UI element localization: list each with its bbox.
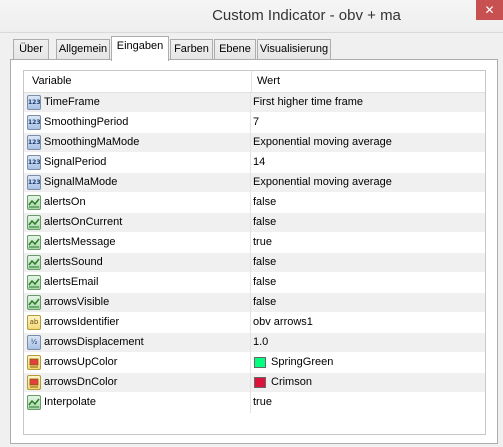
- variable-name: arrowsVisible: [44, 296, 110, 308]
- grid-row[interactable]: arrowsVisible false: [24, 293, 485, 313]
- tab-eingaben[interactable]: Eingaben: [111, 36, 169, 61]
- variable-name: SmoothingPeriod: [44, 116, 129, 128]
- variable-name: alertsEmail: [44, 276, 99, 288]
- column-header-variable[interactable]: Variable: [32, 75, 72, 87]
- bool-icon: [27, 275, 41, 290]
- variable-value[interactable]: SpringGreen: [271, 356, 333, 368]
- grid-row[interactable]: 123 TimeFrame First higher time frame: [24, 93, 485, 113]
- variable-value[interactable]: Exponential moving average: [253, 176, 392, 188]
- bool-icon: [27, 195, 41, 210]
- cell-divider: [250, 293, 251, 313]
- cell-divider: [250, 393, 251, 413]
- double-icon: ½: [27, 335, 41, 350]
- color-swatch[interactable]: [254, 357, 266, 368]
- color-swatch[interactable]: [254, 377, 266, 388]
- variable-value[interactable]: Exponential moving average: [253, 136, 392, 148]
- variable-name: Interpolate: [44, 396, 96, 408]
- tab-allgemein[interactable]: Allgemein: [56, 39, 110, 60]
- variable-value[interactable]: Crimson: [271, 376, 312, 388]
- variable-value[interactable]: false: [253, 276, 276, 288]
- inputs-grid: Variable Wert 123 TimeFrame First higher t…: [23, 70, 486, 435]
- grid-row[interactable]: ab arrowsIdentifier obv arrows1: [24, 313, 485, 333]
- cell-divider: [250, 153, 251, 173]
- column-header-value[interactable]: Wert: [257, 75, 280, 87]
- cell-divider: [250, 93, 251, 113]
- variable-name: arrowsDisplacement: [44, 336, 144, 348]
- bool-icon: [27, 395, 41, 410]
- grid-row[interactable]: 123 SignalPeriod 14: [24, 153, 485, 173]
- color-icon: [27, 355, 41, 370]
- column-divider: [251, 71, 252, 93]
- tab-uber[interactable]: Über: [13, 39, 49, 60]
- string-icon: ab: [27, 315, 41, 330]
- grid-row[interactable]: Interpolate true: [24, 393, 485, 413]
- cell-divider: [250, 373, 251, 393]
- variable-value[interactable]: 1.0: [253, 336, 268, 348]
- variable-name: arrowsIdentifier: [44, 316, 120, 328]
- cell-divider: [250, 313, 251, 333]
- tab-farben[interactable]: Farben: [170, 39, 213, 60]
- cell-divider: [250, 133, 251, 153]
- grid-row[interactable]: 123 SignalMaMode Exponential moving averag…: [24, 173, 485, 193]
- variable-name: TimeFrame: [44, 96, 100, 108]
- window-title: Custom Indicator - obv + ma: [212, 7, 401, 24]
- int-icon: 123: [27, 155, 41, 170]
- bool-icon: [27, 295, 41, 310]
- color-icon: [27, 375, 41, 390]
- cell-divider: [250, 113, 251, 133]
- grid-row[interactable]: alertsEmail false: [24, 273, 485, 293]
- variable-name: SignalPeriod: [44, 156, 107, 168]
- tab-bar: Über Allgemein Eingaben Farben Ebene Vis…: [0, 34, 503, 61]
- cell-divider: [250, 273, 251, 293]
- inputs-panel: Variable Wert 123 TimeFrame First higher t…: [10, 59, 498, 444]
- variable-value[interactable]: obv arrows1: [253, 316, 313, 328]
- cell-divider: [250, 233, 251, 253]
- grid-row[interactable]: alertsOn false: [24, 193, 485, 213]
- variable-value[interactable]: 7: [253, 116, 259, 128]
- variable-value[interactable]: First higher time frame: [253, 96, 363, 108]
- close-button[interactable]: ✕: [476, 0, 503, 20]
- tab-visualisierung[interactable]: Visualisierung: [257, 39, 331, 60]
- cell-divider: [250, 253, 251, 273]
- grid-row[interactable]: alertsMessage true: [24, 233, 485, 253]
- grid-row[interactable]: 123 SmoothingMaMode Exponential moving ave…: [24, 133, 485, 153]
- variable-value[interactable]: true: [253, 396, 272, 408]
- variable-value[interactable]: false: [253, 196, 276, 208]
- variable-value[interactable]: false: [253, 296, 276, 308]
- variable-value[interactable]: 14: [253, 156, 265, 168]
- int-icon: 123: [27, 135, 41, 150]
- bool-icon: [27, 255, 41, 270]
- variable-name: alertsOnCurrent: [44, 216, 123, 228]
- int-icon: 123: [27, 175, 41, 190]
- variable-name: arrowsUpColor: [44, 356, 118, 368]
- cell-divider: [250, 213, 251, 233]
- tab-ebene[interactable]: Ebene: [214, 39, 256, 60]
- grid-row[interactable]: arrowsDnColor Crimson: [24, 373, 485, 393]
- cell-divider: [250, 333, 251, 353]
- int-icon: 123: [27, 115, 41, 130]
- grid-row[interactable]: alertsOnCurrent false: [24, 213, 485, 233]
- variable-name: alertsOn: [44, 196, 86, 208]
- int-icon: 123: [27, 95, 41, 110]
- variable-name: alertsMessage: [44, 236, 116, 248]
- variable-value[interactable]: false: [253, 216, 276, 228]
- variable-value[interactable]: true: [253, 236, 272, 248]
- variable-name: SmoothingMaMode: [44, 136, 140, 148]
- cell-divider: [250, 353, 251, 373]
- grid-header: Variable Wert: [24, 71, 485, 93]
- variable-value[interactable]: false: [253, 256, 276, 268]
- variable-name: arrowsDnColor: [44, 376, 118, 388]
- grid-row[interactable]: arrowsUpColor SpringGreen: [24, 353, 485, 373]
- cell-divider: [250, 193, 251, 213]
- variable-name: alertsSound: [44, 256, 103, 268]
- grid-row[interactable]: alertsSound false: [24, 253, 485, 273]
- bool-icon: [27, 235, 41, 250]
- bool-icon: [27, 215, 41, 230]
- grid-row[interactable]: ½ arrowsDisplacement 1.0: [24, 333, 485, 353]
- title-bar: Custom Indicator - obv + ma ✕: [0, 0, 503, 33]
- grid-row[interactable]: 123 SmoothingPeriod 7: [24, 113, 485, 133]
- cell-divider: [250, 173, 251, 193]
- variable-name: SignalMaMode: [44, 176, 118, 188]
